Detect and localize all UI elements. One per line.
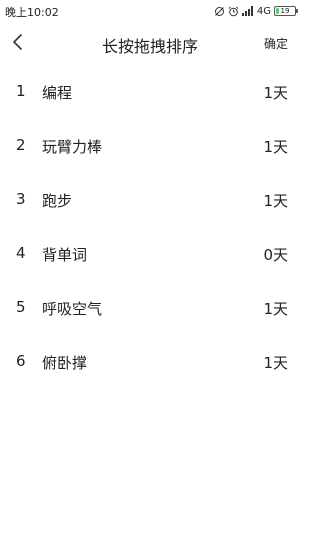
- item-index: 5: [16, 298, 26, 316]
- item-days: 1天: [263, 192, 288, 210]
- status-icons: 4G 19: [214, 4, 298, 18]
- list-item[interactable]: 2 玩臂力棒 1天: [0, 118, 300, 172]
- network-type: 4G: [256, 5, 271, 17]
- item-days: 1天: [263, 300, 288, 318]
- item-name: 编程: [42, 84, 73, 102]
- list-item[interactable]: 5 呼吸空气 1天: [0, 280, 300, 334]
- status-bar: 晚上10:02 4G 19: [0, 0, 300, 22]
- item-name: 呼吸空气: [42, 300, 103, 318]
- item-index: 4: [16, 244, 26, 262]
- item-name: 跑步: [42, 192, 73, 210]
- battery-percent: 19: [280, 7, 290, 15]
- item-days: 0天: [263, 246, 288, 264]
- item-index: 1: [16, 82, 26, 100]
- list-item[interactable]: 4 背单词 0天: [0, 226, 300, 280]
- page-title: 长按拖拽排序: [101, 37, 198, 56]
- item-name: 俯卧撑: [42, 354, 88, 372]
- item-index: 2: [16, 136, 26, 154]
- item-days: 1天: [263, 138, 288, 156]
- item-days: 1天: [263, 354, 288, 372]
- item-name: 玩臂力棒: [42, 138, 103, 156]
- signal-icon: [241, 6, 254, 16]
- item-index: 3: [16, 190, 26, 208]
- list-item[interactable]: 1 编程 1天: [0, 64, 300, 118]
- nav-bar: 长按拖拽排序 确定: [0, 22, 300, 64]
- item-days: 1天: [263, 84, 288, 102]
- habit-list: 1 编程 1天 2 玩臂力棒 1天 3 跑步 1天 4 背单词 0天 5 呼吸空…: [0, 64, 300, 388]
- item-name: 背单词: [42, 246, 88, 264]
- status-time: 晚上10:02: [5, 6, 59, 19]
- mute-icon: [214, 6, 225, 17]
- battery-icon: 19: [274, 6, 298, 16]
- item-index: 6: [16, 352, 26, 370]
- confirm-button[interactable]: 确定: [264, 35, 288, 52]
- list-item[interactable]: 6 俯卧撑 1天: [0, 334, 300, 388]
- alarm-icon: [228, 6, 239, 17]
- list-item[interactable]: 3 跑步 1天: [0, 172, 300, 226]
